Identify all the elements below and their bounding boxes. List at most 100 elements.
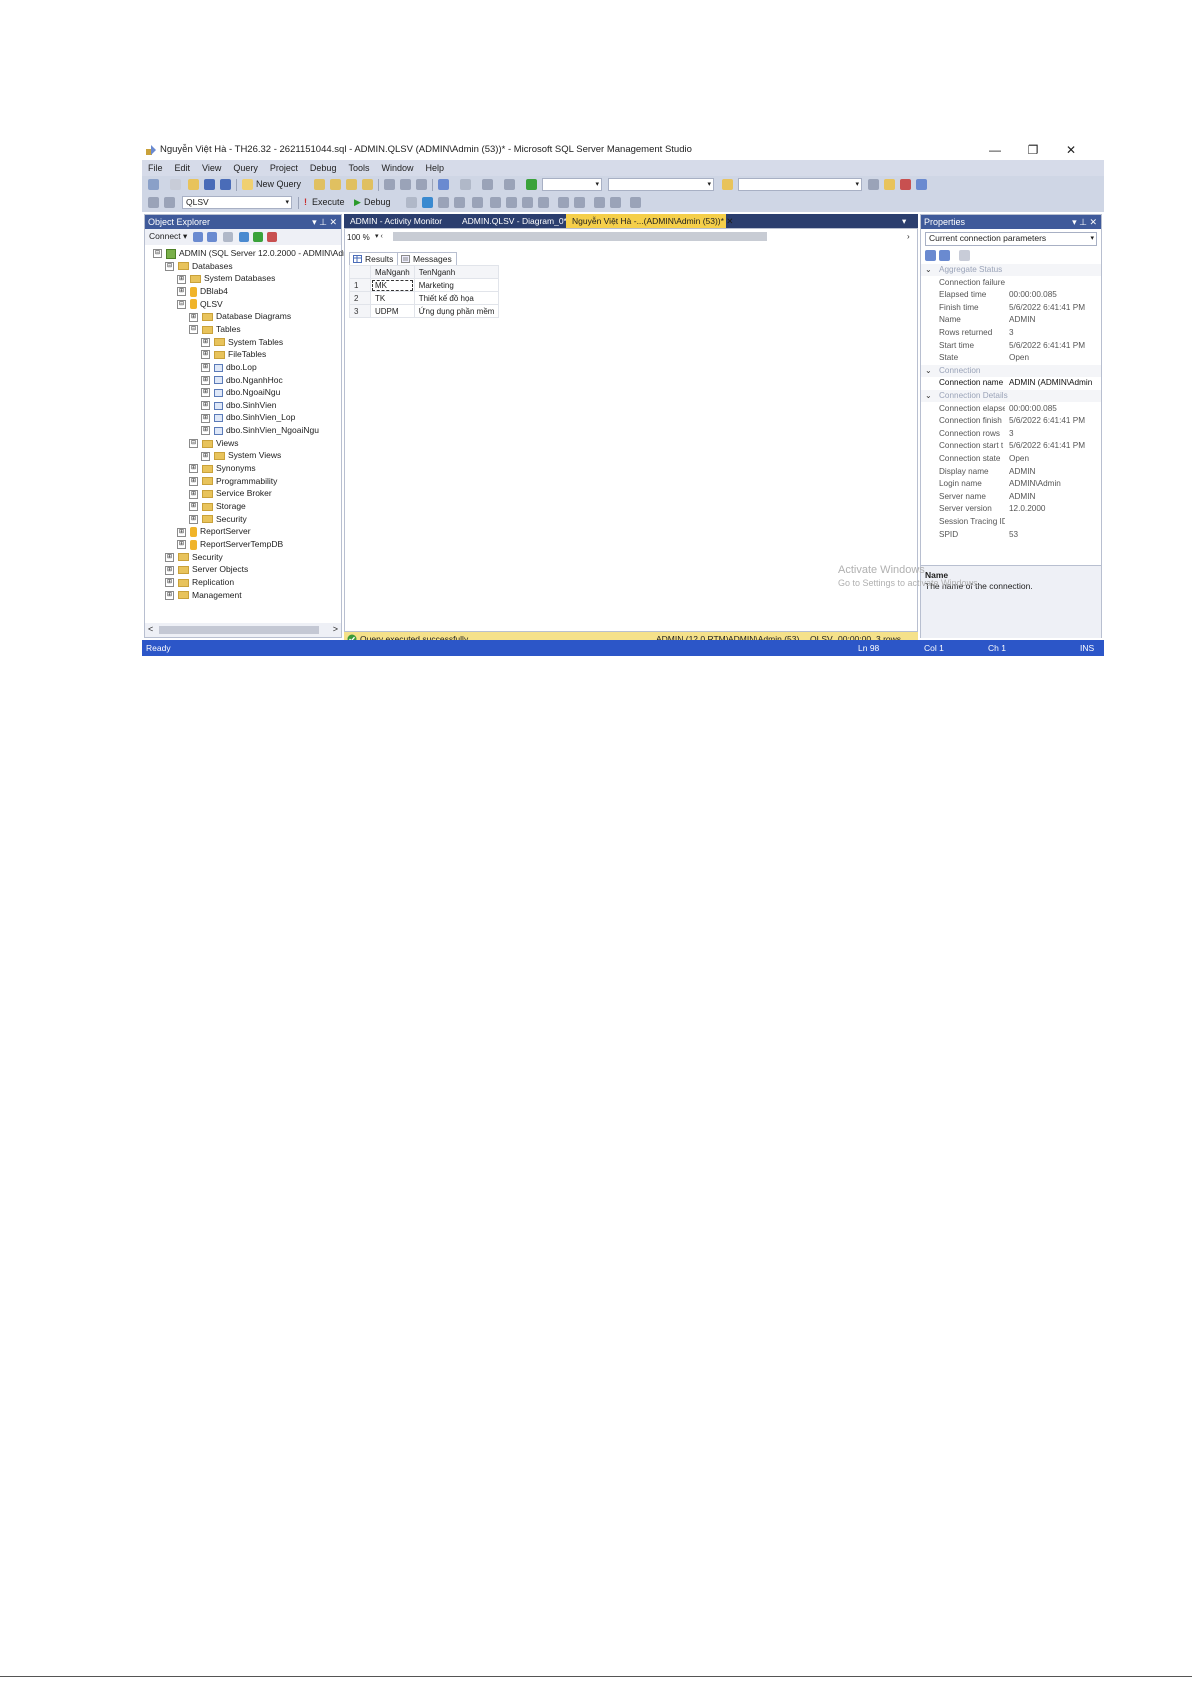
execute-button[interactable]: Execute: [312, 197, 345, 207]
save-all-icon[interactable]: [220, 179, 231, 190]
expand-icon[interactable]: ⊞: [201, 350, 210, 360]
menu-query[interactable]: Query: [227, 160, 264, 176]
decrease-indent-icon[interactable]: [594, 197, 605, 208]
client-stats-icon[interactable]: [506, 197, 517, 208]
grid-cell[interactable]: Ứng dụng phần mềm: [413, 304, 500, 318]
tree-node[interactable]: ⊞ Storage: [189, 500, 246, 512]
tree-node[interactable]: ⊟ QLSV: [177, 298, 223, 310]
chevron-down-icon[interactable]: ⌄: [925, 365, 932, 377]
change-connection-icon[interactable]: [164, 197, 175, 208]
tree-node[interactable]: ⊞ ReportServerTempDB: [177, 538, 283, 550]
expand-icon[interactable]: ⊞: [201, 337, 210, 347]
expand-icon[interactable]: ⊞: [165, 590, 174, 600]
tree-node[interactable]: ⊞ dbo.NgoaiNgu: [201, 386, 280, 398]
activity-monitor-icon[interactable]: [267, 232, 277, 242]
properties-icon[interactable]: [916, 179, 927, 190]
grid-cell[interactable]: Thiết kế đồ họa: [413, 291, 500, 305]
property-category[interactable]: ⌄ Connection: [921, 364, 1101, 377]
expand-icon[interactable]: ⊞: [189, 464, 198, 474]
include-plan-icon[interactable]: [490, 197, 501, 208]
tree-node[interactable]: ⊞ dbo.SinhVien: [201, 399, 276, 411]
tree-node[interactable]: ⊞ Programmability: [189, 475, 277, 487]
collapse-icon[interactable]: ⊟: [189, 325, 198, 335]
row-number[interactable]: 1: [349, 278, 371, 292]
panel-pin-controls[interactable]: ▾ ⊥ ✕: [1072, 215, 1097, 229]
open-file-icon[interactable]: [188, 179, 199, 190]
expand-icon[interactable]: ⊞: [201, 375, 210, 385]
property-row[interactable]: Elapsed time 00:00:00.085: [921, 289, 1101, 301]
paste-icon[interactable]: [416, 179, 427, 190]
grid-cell[interactable]: MK: [370, 278, 415, 292]
parse-icon[interactable]: [422, 197, 433, 208]
property-row[interactable]: Connection name ADMIN (ADMIN\Admin: [921, 377, 1101, 389]
zoom-level[interactable]: 100 %: [347, 233, 370, 242]
dmx-query-icon[interactable]: [346, 179, 357, 190]
menu-tools[interactable]: Tools: [342, 160, 375, 176]
expand-icon[interactable]: ⊞: [189, 489, 198, 499]
toolbox-icon[interactable]: [900, 179, 911, 190]
menu-debug[interactable]: Debug: [304, 160, 343, 176]
expand-icon[interactable]: ⊞: [189, 514, 198, 524]
restore-button[interactable]: ❐: [1016, 141, 1050, 159]
add-item-icon[interactable]: [170, 179, 181, 190]
alphabetical-icon[interactable]: [939, 250, 950, 261]
xmla-query-icon[interactable]: [362, 179, 373, 190]
menu-help[interactable]: Help: [419, 160, 450, 176]
tree-node[interactable]: ⊞ Security: [165, 551, 223, 563]
expand-icon[interactable]: ⊞: [189, 476, 198, 486]
connect-button[interactable]: Connect ▾: [149, 231, 187, 242]
tree-node[interactable]: ⊞ FileTables: [201, 348, 266, 360]
find-in-files-icon[interactable]: [722, 179, 733, 190]
find-combo[interactable]: ▾: [738, 178, 862, 191]
editor-horizontal-scrollbar[interactable]: [393, 232, 767, 241]
expand-icon[interactable]: ⊞: [201, 363, 210, 373]
property-row[interactable]: Rows returned 3: [921, 327, 1101, 339]
zoom-dropdown-icon[interactable]: ▾ ‹: [375, 232, 383, 240]
tree-node[interactable]: ⊞ System Tables: [201, 336, 283, 348]
connect-server-icon[interactable]: [193, 232, 203, 242]
collapse-icon[interactable]: ⊟: [177, 299, 186, 309]
property-row[interactable]: State Open: [921, 352, 1101, 364]
expand-icon[interactable]: ⊞: [177, 287, 186, 297]
stop-icon[interactable]: [223, 232, 233, 242]
panel-pin-controls[interactable]: ▾ ⊥ ✕: [312, 215, 337, 229]
tab-activity-monitor[interactable]: ADMIN - Activity Monitor: [344, 214, 448, 228]
tree-node[interactable]: ⊞ dbo.NganhHoc: [201, 374, 283, 386]
intellisense-icon[interactable]: [472, 197, 483, 208]
filter-icon[interactable]: [239, 232, 249, 242]
row-number[interactable]: 2: [349, 291, 371, 305]
redo-icon[interactable]: [460, 179, 471, 190]
property-row[interactable]: Connection failure: [921, 277, 1101, 289]
refresh-icon[interactable]: [253, 232, 263, 242]
collapse-icon[interactable]: ⊟: [165, 261, 174, 271]
close-button[interactable]: ✕: [1054, 141, 1088, 159]
expand-icon[interactable]: ⊞: [201, 401, 210, 411]
tree-node[interactable]: ⊞ System Views: [201, 449, 281, 461]
specify-values-icon[interactable]: [630, 197, 641, 208]
properties-object-selector[interactable]: Current connection parameters ▾: [925, 232, 1097, 246]
expand-icon[interactable]: ⊞: [189, 502, 198, 512]
tree-node[interactable]: ⊞ DBlab4: [177, 285, 228, 297]
tree-node[interactable]: ⊞ Management: [165, 589, 242, 601]
connect-icon[interactable]: [148, 197, 159, 208]
expand-icon[interactable]: ⊞: [165, 565, 174, 575]
tab-diagram[interactable]: ADMIN.QLSV - Diagram_0*: [456, 214, 573, 228]
expand-icon[interactable]: ⊞: [201, 426, 210, 436]
expand-icon[interactable]: ⊞: [189, 312, 198, 322]
property-row[interactable]: Name ADMIN: [921, 314, 1101, 326]
scroll-right-icon[interactable]: ›: [907, 232, 910, 241]
property-row[interactable]: Connection start t 5/6/2022 6:41:41 PM: [921, 440, 1101, 452]
registered-servers-icon[interactable]: [868, 179, 879, 190]
debug-button[interactable]: Debug: [364, 197, 391, 207]
solution-config-combo[interactable]: ▾: [542, 178, 602, 191]
tree-node[interactable]: ⊞ Server Objects: [165, 563, 248, 575]
collapse-icon[interactable]: ⊟: [153, 249, 162, 259]
menu-edit[interactable]: Edit: [169, 160, 197, 176]
save-icon[interactable]: [204, 179, 215, 190]
expand-icon[interactable]: ⊞: [165, 552, 174, 562]
tree-node[interactable]: ⊞ System Databases: [177, 272, 275, 284]
tree-node[interactable]: ⊞ Replication: [165, 576, 234, 588]
scroll-left-icon[interactable]: <: [148, 624, 153, 634]
grid-cell[interactable]: TK: [370, 291, 415, 305]
menu-window[interactable]: Window: [375, 160, 419, 176]
